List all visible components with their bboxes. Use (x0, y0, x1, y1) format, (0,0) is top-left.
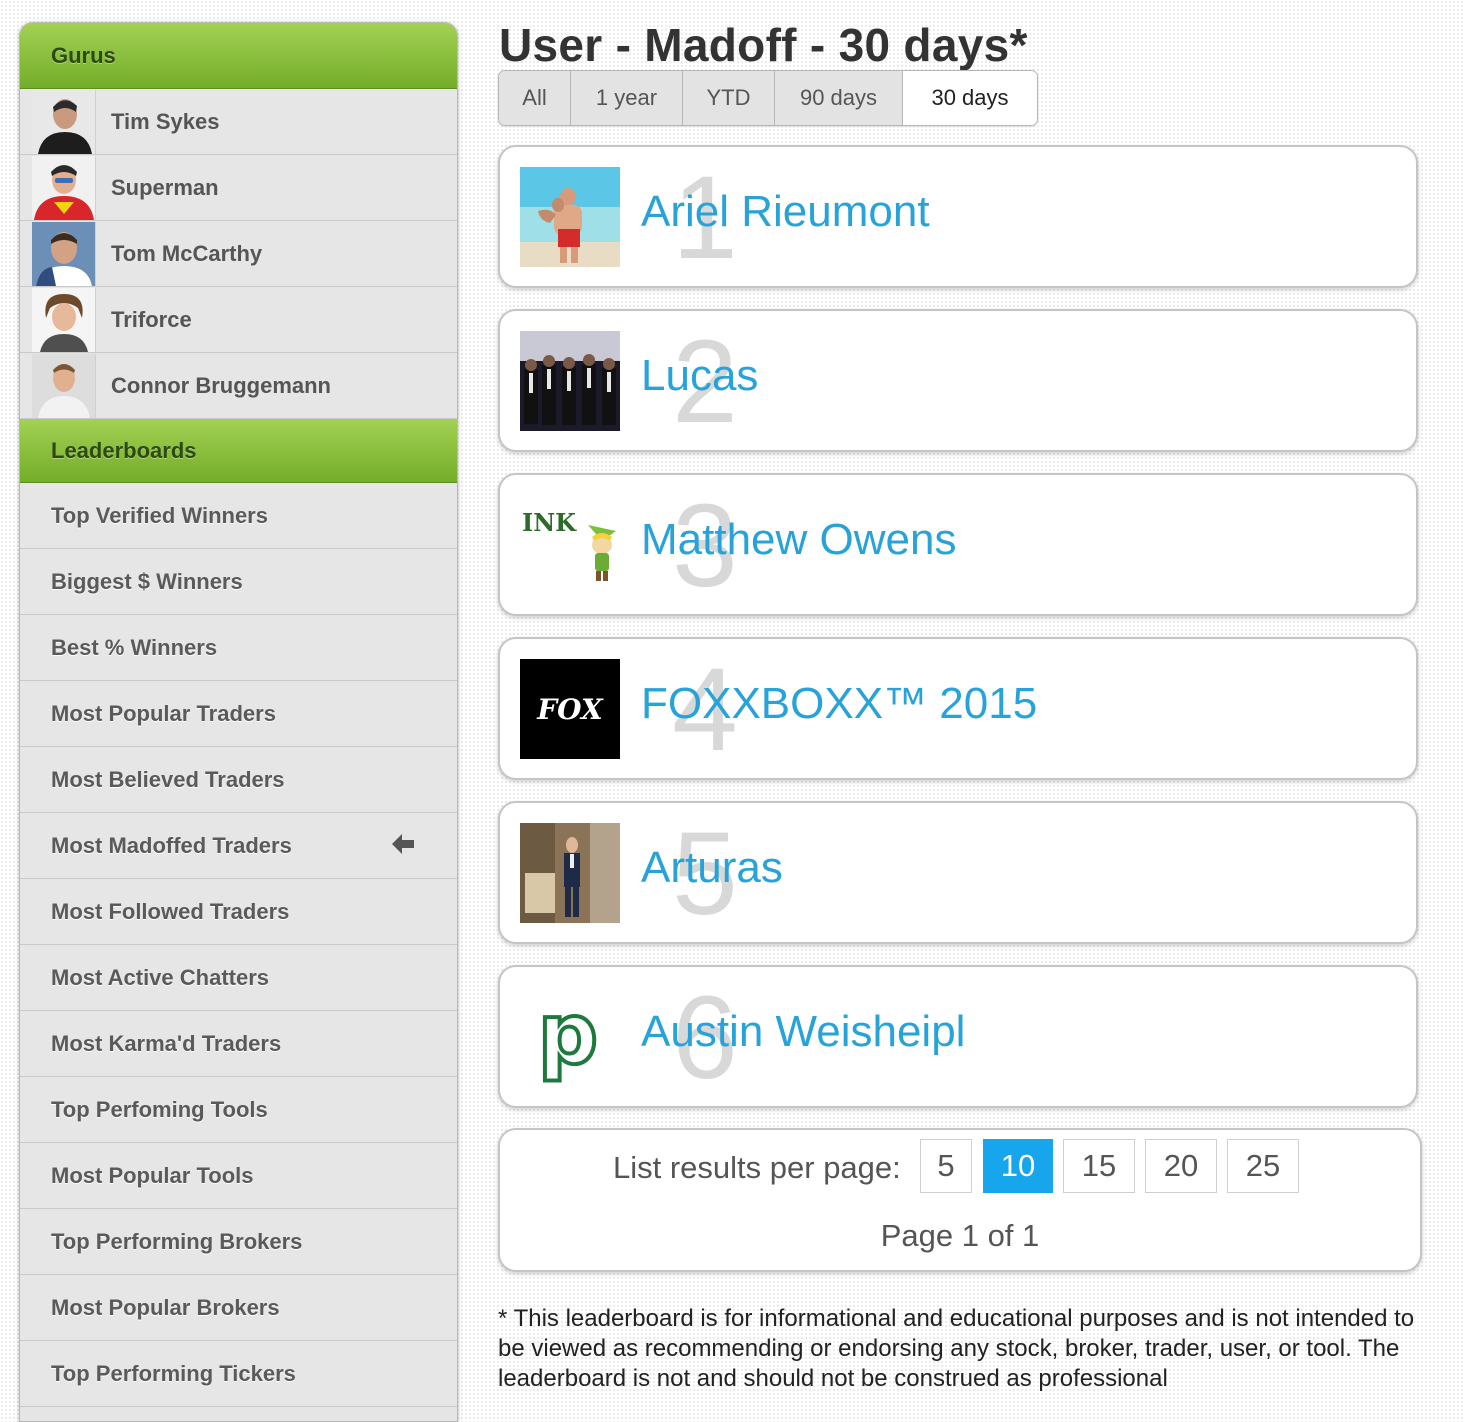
avatar (32, 221, 96, 286)
leaderboard-item-most-active-chatters[interactable]: Most Active Chatters (20, 945, 457, 1011)
leaderboard-label: Most Popular Brokers (51, 1294, 280, 1320)
leaderboard-label: Most Believed Traders (51, 766, 285, 792)
leaderboard-label: Top Performing Tickers (51, 1360, 296, 1386)
avatar-text: p (538, 987, 598, 1083)
leaderboard-label: Most Active Chatters (51, 964, 270, 990)
disclaimer-text: * This leaderboard is for informational … (498, 1305, 1415, 1392)
leaderboard-item-best-percent-winners[interactable]: Best % Winners (20, 615, 457, 681)
page-title: User - Madoff - 30 days* (499, 19, 1028, 71)
page-indicator: Page 1 of 1 (880, 1218, 1040, 1253)
arrow-left-icon (391, 831, 415, 861)
per-page-option-25[interactable]: 25 (1227, 1139, 1299, 1193)
avatar: INK (520, 495, 620, 595)
avatar: FOX (520, 659, 620, 759)
guru-item-tim-sykes[interactable]: Tim Sykes (20, 89, 457, 155)
tab-90-days[interactable]: 90 days (775, 71, 903, 125)
leaderboard-item-most-believed-traders[interactable]: Most Believed Traders (20, 747, 457, 813)
sidebar: Gurus Tim Sykes Superman Tom McCarthy Tr… (19, 22, 458, 1422)
guru-name: Triforce (111, 306, 192, 332)
time-range-tabs: All 1 year YTD 90 days 30 days (498, 70, 1038, 126)
leaderboard-item-most-popular-brokers[interactable]: Most Popular Brokers (20, 1275, 457, 1341)
leaderboard-item-most-popular-traders[interactable]: Most Popular Traders (20, 681, 457, 747)
leaderboard-label: Most Karma'd Traders (51, 1030, 282, 1056)
user-name-link[interactable]: Lucas (641, 351, 758, 401)
per-page-option-20[interactable]: 20 (1145, 1139, 1217, 1193)
avatar (520, 167, 620, 267)
leaderboard-entry[interactable]: FOX 4 FOXXBOXX™ 2015 (498, 637, 1418, 780)
leaderboard-label: Top Performing Brokers (51, 1228, 303, 1254)
per-page-option-5[interactable]: 5 (920, 1139, 972, 1193)
tab-1-year[interactable]: 1 year (571, 71, 683, 125)
pagination-panel: List results per page: 5 10 15 20 25 Pag… (498, 1128, 1422, 1272)
results-per-page-label: List results per page: (613, 1150, 901, 1185)
leaderboard-item-top-verified-winners[interactable]: Top Verified Winners (20, 483, 457, 549)
leaderboard-entry[interactable]: 5 Arturas (498, 801, 1418, 944)
avatar (520, 823, 620, 923)
leaderboard-item-top-performing-brokers[interactable]: Top Performing Brokers (20, 1209, 457, 1275)
user-name-link[interactable]: Austin Weisheipl (641, 1007, 965, 1057)
avatar-text: FOX (536, 693, 604, 726)
leaderboard-label: Top Verified Winners (51, 502, 268, 528)
leaderboard-item-most-karmad-traders[interactable]: Most Karma'd Traders (20, 1011, 457, 1077)
gurus-header: Gurus (20, 23, 457, 89)
guru-name: Superman (111, 174, 219, 200)
user-name-link[interactable]: Arturas (641, 843, 783, 893)
avatar (32, 155, 96, 220)
leaderboard-item-most-followed-traders[interactable]: Most Followed Traders (20, 879, 457, 945)
leaderboard-entry[interactable]: 2 Lucas (498, 309, 1418, 452)
leaderboard-item-top-performing-tickers[interactable]: Top Performing Tickers (20, 1341, 457, 1407)
tab-30-days[interactable]: 30 days (903, 71, 1037, 125)
leaderboard-item-most-popular-tools[interactable]: Most Popular Tools (20, 1143, 457, 1209)
per-page-option-10[interactable]: 10 (983, 1139, 1053, 1193)
avatar (32, 89, 96, 154)
leaderboard-label: Most Popular Traders (51, 700, 276, 726)
leaderboard-label: Biggest $ Winners (51, 568, 243, 594)
guru-item-connor-bruggemann[interactable]: Connor Bruggemann (20, 353, 457, 419)
guru-item-triforce[interactable]: Triforce (20, 287, 457, 353)
leaderboard-item-top-performing-tools[interactable]: Top Perfoming Tools (20, 1077, 457, 1143)
guru-item-tom-mccarthy[interactable]: Tom McCarthy (20, 221, 457, 287)
user-name-link[interactable]: Matthew Owens (641, 515, 956, 565)
user-name-link[interactable]: FOXXBOXX™ 2015 (641, 679, 1037, 729)
avatar (32, 353, 96, 418)
guru-name: Tim Sykes (111, 108, 220, 134)
leaderboard-label: Top Perfoming Tools (51, 1096, 268, 1122)
guru-item-superman[interactable]: Superman (20, 155, 457, 221)
leaderboards-header: Leaderboards (20, 419, 457, 483)
leaderboard-label: Most Followed Traders (51, 898, 290, 924)
guru-name: Connor Bruggemann (111, 372, 331, 398)
avatar (32, 287, 96, 352)
leaderboard-entry[interactable]: INK 3 Matthew Owens (498, 473, 1418, 616)
avatar-text: INK (522, 508, 577, 537)
user-name-link[interactable]: Ariel Rieumont (641, 187, 930, 237)
leaderboard-label: Best % Winners (51, 634, 218, 660)
leaderboard-label: Most Popular Tools (51, 1162, 254, 1188)
leaderboard-item-biggest-winners[interactable]: Biggest $ Winners (20, 549, 457, 615)
per-page-option-15[interactable]: 15 (1063, 1139, 1135, 1193)
guru-name: Tom McCarthy (111, 240, 263, 266)
leaderboard-item-most-madoffed-traders[interactable]: Most Madoffed Traders (20, 813, 457, 879)
leaderboard-label: Most Madoffed Traders (51, 832, 292, 858)
avatar: p (520, 987, 620, 1087)
tab-ytd[interactable]: YTD (683, 71, 775, 125)
leaderboard-entry[interactable]: 1 Ariel Rieumont (498, 145, 1418, 288)
leaderboard-entry[interactable]: p 6 Austin Weisheipl (498, 965, 1418, 1108)
avatar (520, 331, 620, 431)
tab-all[interactable]: All (499, 71, 571, 125)
